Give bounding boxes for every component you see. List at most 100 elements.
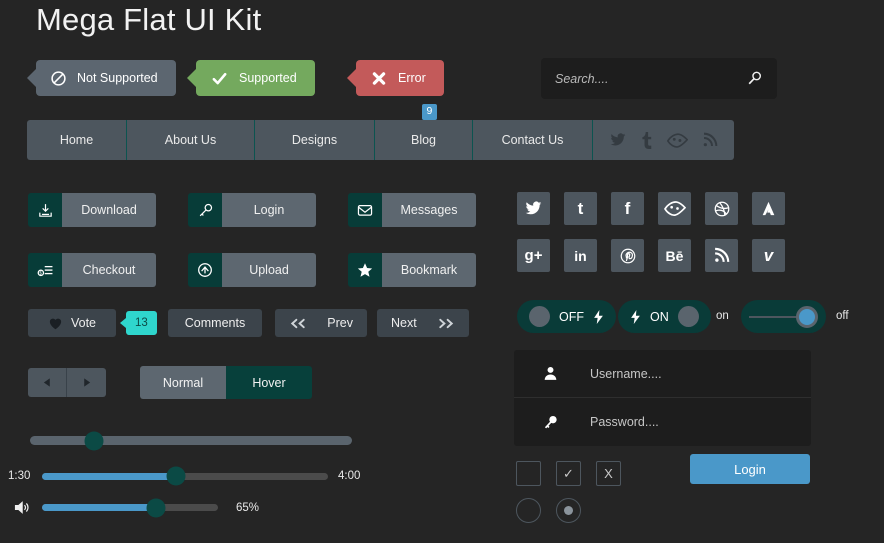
forrst-icon[interactable] xyxy=(658,192,691,225)
login-submit-button[interactable]: Login xyxy=(690,454,810,484)
comments-label: Comments xyxy=(184,316,246,330)
tumblr-icon[interactable]: t xyxy=(564,192,597,225)
badge-label: Supported xyxy=(239,71,297,85)
toggle-on-label: on xyxy=(716,310,729,322)
badge-label: Error xyxy=(398,71,426,85)
checkbox-x[interactable]: X xyxy=(596,461,621,486)
dribbble-icon[interactable] xyxy=(705,192,738,225)
tumblr-label: t xyxy=(577,198,584,218)
slider-handle[interactable] xyxy=(166,466,186,486)
volume-slider: 65% xyxy=(14,498,274,517)
username-row[interactable] xyxy=(514,350,811,398)
linkedin-label: in xyxy=(574,247,587,264)
toggle-on[interactable]: ON xyxy=(618,300,711,333)
toggle-label: OFF xyxy=(559,309,584,324)
next-button[interactable]: Next xyxy=(377,309,469,337)
radio-selected[interactable] xyxy=(556,498,581,523)
toggle-label: ON xyxy=(650,309,669,324)
star-icon xyxy=(348,253,382,287)
slider-handle[interactable] xyxy=(146,498,166,517)
pager-control xyxy=(28,368,106,397)
toggle-knob[interactable] xyxy=(796,305,818,328)
cart-icon: $ xyxy=(28,253,62,287)
search-input[interactable] xyxy=(555,71,746,86)
nav-label: Home xyxy=(59,133,94,147)
time-slider: 1:30 4:00 xyxy=(8,466,393,486)
page-title: Mega Flat UI Kit xyxy=(36,2,262,37)
twitter-icon[interactable] xyxy=(609,132,627,148)
state-tabs: Normal Hover xyxy=(140,366,312,399)
radio-empty[interactable] xyxy=(516,498,541,523)
volume-icon[interactable] xyxy=(14,500,42,515)
checkbox-empty[interactable] xyxy=(516,461,541,486)
button-download[interactable]: Download xyxy=(28,193,156,227)
button-checkout[interactable]: $ Checkout xyxy=(28,253,156,287)
vote-count: 13 xyxy=(135,317,148,329)
nav-item-designs[interactable]: Designs xyxy=(255,120,375,160)
download-icon xyxy=(28,193,62,227)
social-grid-row-2: g+ in Bē v xyxy=(517,239,792,272)
login-form xyxy=(514,350,811,446)
slider-handle[interactable] xyxy=(84,431,104,450)
checkbox-checked[interactable]: ✓ xyxy=(556,461,581,486)
username-input[interactable] xyxy=(590,366,811,381)
toggle-off[interactable]: OFF xyxy=(517,300,616,333)
toggle-knob[interactable] xyxy=(677,306,699,327)
double-chevron-right-icon xyxy=(437,318,455,329)
time-start-label: 1:30 xyxy=(8,470,31,482)
search-icon[interactable] xyxy=(746,70,763,87)
vimeo-label: v xyxy=(763,245,774,265)
bolt-icon xyxy=(593,309,604,324)
button-upload[interactable]: Upload xyxy=(188,253,316,287)
button-login[interactable]: Login xyxy=(188,193,316,227)
button-bookmark[interactable]: Bookmark xyxy=(348,253,476,287)
vote-button[interactable]: Vote xyxy=(28,309,116,337)
password-row[interactable] xyxy=(514,398,811,446)
rss-icon[interactable] xyxy=(705,239,738,272)
toggle-track xyxy=(749,315,800,318)
nav-item-about-us[interactable]: About Us xyxy=(127,120,255,160)
facebook-icon[interactable]: f xyxy=(611,192,644,225)
vimeo-icon[interactable]: v xyxy=(752,239,785,272)
button-messages[interactable]: Messages xyxy=(348,193,476,227)
password-input[interactable] xyxy=(590,415,811,429)
nav-label: Designs xyxy=(291,133,338,147)
pager-next-button[interactable] xyxy=(67,368,106,397)
tumblr-icon[interactable] xyxy=(641,131,653,149)
behance-icon[interactable]: Bē xyxy=(658,239,691,272)
progress-slider[interactable] xyxy=(30,431,352,450)
slider-fill xyxy=(42,472,177,480)
slider-track[interactable] xyxy=(30,431,352,450)
google-plus-icon[interactable]: g+ xyxy=(517,239,550,272)
double-chevron-left-icon xyxy=(289,318,307,329)
tab-normal[interactable]: Normal xyxy=(140,366,226,399)
button-label: Checkout xyxy=(62,253,156,287)
search-box[interactable] xyxy=(541,58,777,99)
slider-track[interactable] xyxy=(42,466,328,486)
comments-button[interactable]: Comments xyxy=(168,309,262,337)
bolt-icon xyxy=(630,309,641,324)
toggle-slider[interactable] xyxy=(741,300,826,333)
linkedin-icon[interactable]: in xyxy=(564,239,597,272)
forrst-icon[interactable] xyxy=(667,132,688,148)
tab-hover[interactable]: Hover xyxy=(226,366,312,399)
button-label: Messages xyxy=(382,193,476,227)
rss-icon[interactable] xyxy=(702,132,718,148)
toggle-knob[interactable] xyxy=(529,306,550,327)
pager-prev-button[interactable] xyxy=(28,368,67,397)
nav-item-contact-us[interactable]: Contact Us xyxy=(473,120,593,160)
nav-item-home[interactable]: Home xyxy=(27,120,127,160)
pinterest-icon[interactable] xyxy=(611,239,644,272)
prev-button[interactable]: Prev xyxy=(275,309,367,337)
behance-label: Bē xyxy=(665,247,684,264)
adobe-icon[interactable] xyxy=(752,192,785,225)
envelope-icon xyxy=(348,193,382,227)
facebook-label: f xyxy=(624,198,631,218)
twitter-icon[interactable] xyxy=(517,192,550,225)
nav-item-blog[interactable]: 9 Blog xyxy=(375,104,473,160)
slider-track[interactable] xyxy=(42,498,218,517)
next-label: Next xyxy=(391,316,417,330)
vote-count-badge: 13 xyxy=(120,311,157,335)
nav-label: About Us xyxy=(164,133,217,147)
status-badge-supported: Supported xyxy=(187,60,315,96)
